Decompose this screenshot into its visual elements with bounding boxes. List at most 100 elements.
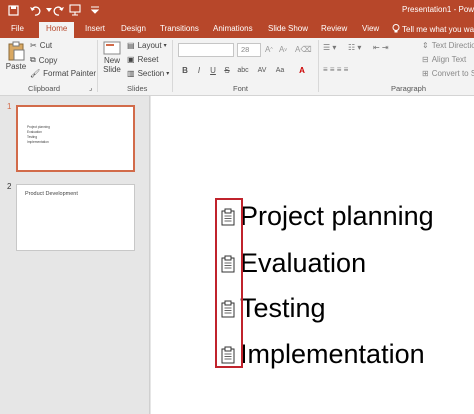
ribbon: Paste ✂ Cut ⧉ Copy 🖌 Format Painter Clipboa… [0, 38, 474, 96]
ribbon-tabs: File Home Insert Design Transitions Anim… [0, 20, 474, 38]
thumb-line: Evaluation [27, 130, 42, 134]
save-icon[interactable] [6, 3, 20, 17]
undo-icon[interactable] [28, 3, 42, 17]
slides-group-label: Slides [127, 84, 148, 93]
italic-button[interactable]: I [193, 65, 205, 77]
presenter-icon[interactable] [68, 3, 82, 17]
text-direction-label: Text Direction [431, 41, 474, 50]
layout-label: Layout [137, 41, 162, 50]
convert-label: Convert to S [431, 69, 474, 78]
slide-canvas[interactable]: Project planning Evaluation Testing Impl… [151, 96, 474, 414]
tab-file[interactable]: File [11, 24, 24, 33]
customize-icon[interactable] [88, 3, 102, 17]
divider [318, 40, 319, 92]
underline-button[interactable]: U [207, 65, 219, 77]
numbering-button[interactable]: ☷ ▾ [348, 43, 361, 52]
chevron-down-icon: ▾ [163, 43, 167, 49]
change-case-button[interactable]: Aa [273, 65, 287, 77]
font-size-value: 28 [241, 45, 250, 54]
cut-label: Cut [39, 41, 53, 50]
bullet-text: Evaluation [240, 248, 367, 278]
reset-icon: ▣ [127, 55, 135, 64]
align-text-button[interactable]: ⊟ Align Text [422, 55, 466, 64]
tab-home[interactable]: Home [39, 22, 75, 38]
tab-animations[interactable]: Animations [213, 24, 253, 33]
bullet-item[interactable]: Project planning [221, 201, 434, 232]
strikethrough-button[interactable]: S [221, 65, 233, 77]
dialog-launcher-icon[interactable]: ⌟ [89, 84, 92, 92]
paste-icon [8, 41, 25, 61]
paste-label: Paste [5, 62, 27, 71]
cut-button[interactable]: ✂ Cut [30, 41, 52, 50]
grow-font-icon[interactable]: A ^ [265, 45, 273, 54]
reset-button[interactable]: ▣ Reset [127, 55, 158, 64]
divider [97, 40, 98, 92]
copy-button[interactable]: ⧉ Copy [30, 55, 57, 65]
scissors-icon: ✂ [30, 41, 37, 50]
thumb-title: Product Development [25, 191, 78, 197]
bullet-text: Implementation [240, 339, 425, 369]
new-slide-label-2: Slide [103, 65, 121, 74]
reset-label: Reset [137, 55, 159, 64]
slide-number: 1 [7, 102, 12, 111]
bullet-text: Testing [240, 293, 326, 323]
clear-format-icon[interactable]: A⌫ [295, 45, 312, 54]
copy-label: Copy [38, 55, 58, 65]
layout-icon: ▤ [127, 41, 135, 50]
font-name-dropdown[interactable] [178, 43, 234, 57]
paste-button[interactable]: Paste [5, 41, 27, 71]
format-painter-button[interactable]: 🖌 Format Painter [30, 69, 96, 78]
bullets-button[interactable]: ☰ ▾ [323, 43, 336, 52]
divider [172, 40, 173, 92]
paintbrush-icon: 🖌 [30, 69, 41, 78]
title-bar: Presentation1 - Powe [0, 0, 474, 20]
paragraph-group-label: Paragraph [391, 84, 427, 93]
slide-thumbnail-2[interactable]: Product Development [16, 184, 135, 251]
thumb-line: Implementation [27, 140, 49, 144]
tab-design[interactable]: Design [121, 24, 146, 33]
thumb-line: Testing [27, 135, 38, 139]
new-slide-icon [103, 41, 121, 55]
tell-me-text: Tell me what you want to [402, 25, 474, 34]
tab-view[interactable]: View [362, 24, 379, 33]
tab-insert[interactable]: Insert [85, 24, 105, 33]
window-title: Presentation1 - Powe [402, 5, 474, 14]
convert-smartart-button[interactable]: ⊞ Convert to S [422, 69, 474, 78]
new-slide-label-1: New [103, 56, 120, 65]
text-direction-icon: ⇕ [422, 41, 429, 50]
thumb-line: Project planning [27, 125, 50, 129]
slide-thumbnail-pane: 1 Project planning Evaluation Testing Im… [0, 96, 150, 414]
layout-button[interactable]: ▤ Layout ▾ [127, 41, 167, 50]
char-spacing-button[interactable]: AV [255, 65, 269, 77]
redo-icon[interactable] [52, 3, 66, 17]
section-label: Section [137, 69, 165, 78]
tab-slide-show[interactable]: Slide Show [268, 24, 308, 33]
align-text-icon: ⊟ [422, 55, 429, 64]
shrink-font-icon[interactable]: Av [279, 45, 287, 54]
chevron-down-icon: ▾ [166, 71, 170, 77]
align-text-label: Align Text [431, 55, 467, 64]
new-slide-button[interactable]: New Slide [101, 41, 123, 74]
slide-number: 2 [7, 182, 12, 191]
bold-button[interactable]: B [179, 65, 191, 77]
indent-buttons[interactable]: ⇤ ⇥ [373, 43, 389, 52]
section-icon: ▥ [127, 69, 135, 78]
text-direction-button[interactable]: ⇕Text Direction [422, 41, 474, 50]
lightbulb-icon [392, 24, 400, 33]
bullet-highlight-box [215, 198, 243, 368]
shadow-button[interactable]: abc [235, 65, 251, 77]
clipboard-group-label: Clipboard [28, 84, 61, 93]
smartart-icon: ⊞ [422, 69, 429, 78]
tell-me-box[interactable]: Tell me what you want to [392, 24, 474, 34]
bullet-item[interactable]: Implementation [221, 339, 425, 370]
font-color-button[interactable]: A [295, 65, 309, 77]
bullet-text: Project planning [240, 201, 434, 231]
font-size-dropdown[interactable]: 28 [237, 43, 261, 57]
format-painter-label: Format Painter [43, 69, 97, 78]
section-button[interactable]: ▥ Section ▾ [127, 69, 169, 78]
font-group-label: Font [233, 84, 249, 93]
tab-review[interactable]: Review [321, 24, 347, 33]
align-buttons[interactable]: ≡ ≡ ≡ ≡ [323, 65, 348, 74]
tab-transitions[interactable]: Transitions [160, 24, 199, 33]
slide-thumbnail-1[interactable]: Project planning Evaluation Testing Impl… [16, 105, 135, 172]
